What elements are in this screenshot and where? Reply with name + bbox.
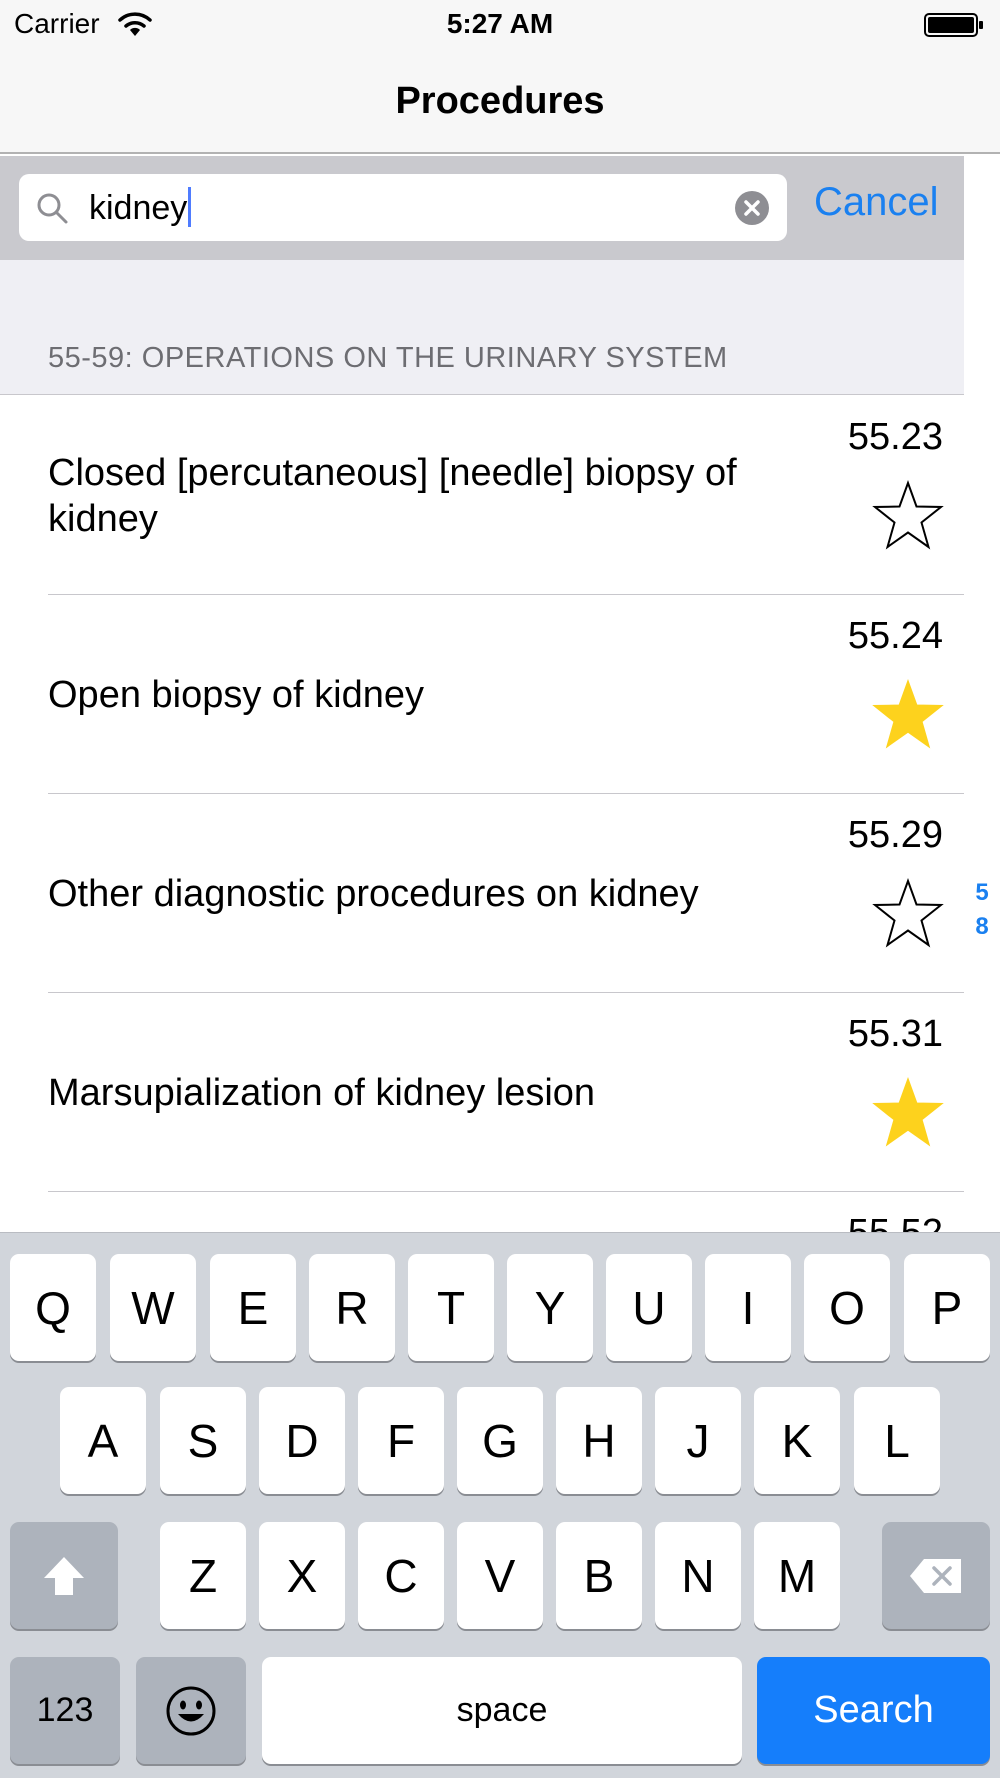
shift-key[interactable] <box>10 1522 118 1629</box>
search-bar: kidney Cancel <box>0 156 964 260</box>
key-m[interactable]: M <box>754 1522 840 1629</box>
key-c[interactable]: C <box>358 1522 444 1629</box>
status-time: 5:27 AM <box>446 8 554 39</box>
key-l[interactable]: L <box>854 1387 940 1494</box>
shift-arrow-icon <box>44 1556 84 1595</box>
section-index-item[interactable]: 8 <box>970 910 994 944</box>
procedure-code: 55.24 <box>847 615 943 657</box>
battery-icon <box>924 13 983 37</box>
backspace-icon <box>910 1558 961 1593</box>
space-key[interactable]: space <box>262 1657 742 1764</box>
smiley-icon <box>166 1686 216 1735</box>
key-t[interactable]: T <box>408 1254 494 1361</box>
key-d[interactable]: D <box>259 1387 345 1494</box>
procedure-code: 55.23 <box>847 416 943 458</box>
procedure-code: 55.52 <box>848 1212 943 1232</box>
section-header: 55-59: OPERATIONS ON THE URINARY SYSTEM <box>0 260 964 395</box>
procedure-title: Other diagnostic procedures on kidney <box>48 872 699 915</box>
key-y[interactable]: Y <box>507 1254 593 1361</box>
cancel-button[interactable]: Cancel <box>814 180 939 225</box>
key-e[interactable]: E <box>210 1254 296 1361</box>
key-v[interactable]: V <box>457 1522 543 1629</box>
key-q[interactable]: Q <box>10 1254 96 1361</box>
procedure-title: Marsupialization of kidney lesion <box>48 1071 596 1114</box>
search-input[interactable]: kidney <box>19 174 787 241</box>
results-table: 55-59: OPERATIONS ON THE URINARY SYSTEM … <box>0 260 964 1232</box>
key-k[interactable]: K <box>754 1387 840 1494</box>
search-query: kidney <box>89 186 192 230</box>
star-icon[interactable] <box>872 1077 944 1149</box>
table-row[interactable]: Open biopsy of kidney 55.24 <box>0 595 964 794</box>
table-row[interactable]: Closed [percutaneous] [needle] biopsy of… <box>0 396 964 595</box>
star-icon[interactable] <box>872 480 944 552</box>
key-j[interactable]: J <box>655 1387 741 1494</box>
key-s[interactable]: S <box>160 1387 246 1494</box>
key-x[interactable]: X <box>259 1522 345 1629</box>
table-row[interactable]: Marsupialization of kidney lesion 55.31 <box>0 993 964 1192</box>
key-o[interactable]: O <box>804 1254 890 1361</box>
key-w[interactable]: W <box>110 1254 196 1361</box>
key-i[interactable]: I <box>705 1254 791 1361</box>
key-n[interactable]: N <box>655 1522 741 1629</box>
key-b[interactable]: B <box>556 1522 642 1629</box>
navigation-bar: Procedures <box>0 50 1000 154</box>
star-icon[interactable] <box>872 679 944 751</box>
section-index[interactable]: 5 8 <box>970 876 994 944</box>
procedure-title: Closed [percutaneous] [needle] biopsy of… <box>48 451 737 540</box>
key-z[interactable]: Z <box>160 1522 246 1629</box>
search-icon <box>37 193 68 224</box>
star-icon[interactable] <box>872 878 944 950</box>
section-title: 55-59: OPERATIONS ON THE URINARY SYSTEM <box>48 342 728 374</box>
table-row[interactable]: Other diagnostic procedures on kidney 55… <box>0 794 964 993</box>
search-key[interactable]: Search <box>757 1657 990 1764</box>
delete-key[interactable] <box>882 1522 990 1629</box>
key-h[interactable]: H <box>556 1387 642 1494</box>
table-row[interactable]: 55.52 <box>0 1192 964 1232</box>
key-a[interactable]: A <box>60 1387 146 1494</box>
key-p[interactable]: P <box>904 1254 990 1361</box>
page-title: Procedures <box>395 80 605 122</box>
key-f[interactable]: F <box>358 1387 444 1494</box>
clear-icon[interactable] <box>735 191 769 225</box>
key-r[interactable]: R <box>309 1254 395 1361</box>
procedure-code: 55.31 <box>847 1013 943 1055</box>
keyboard: Q W E R T Y U I O P A S D F G H J K L Z … <box>0 1232 1000 1778</box>
procedure-title: Open biopsy of kidney <box>48 673 425 716</box>
emoji-key[interactable] <box>136 1657 246 1764</box>
key-u[interactable]: U <box>606 1254 692 1361</box>
numbers-key[interactable]: 123 <box>10 1657 120 1764</box>
procedure-code: 55.29 <box>847 814 943 856</box>
search-query-text: kidney <box>89 189 188 227</box>
text-caret <box>188 187 192 227</box>
status-bar: Carrier 5:27 AM <box>0 0 1000 50</box>
key-g[interactable]: G <box>457 1387 543 1494</box>
section-index-item[interactable]: 5 <box>970 876 994 910</box>
